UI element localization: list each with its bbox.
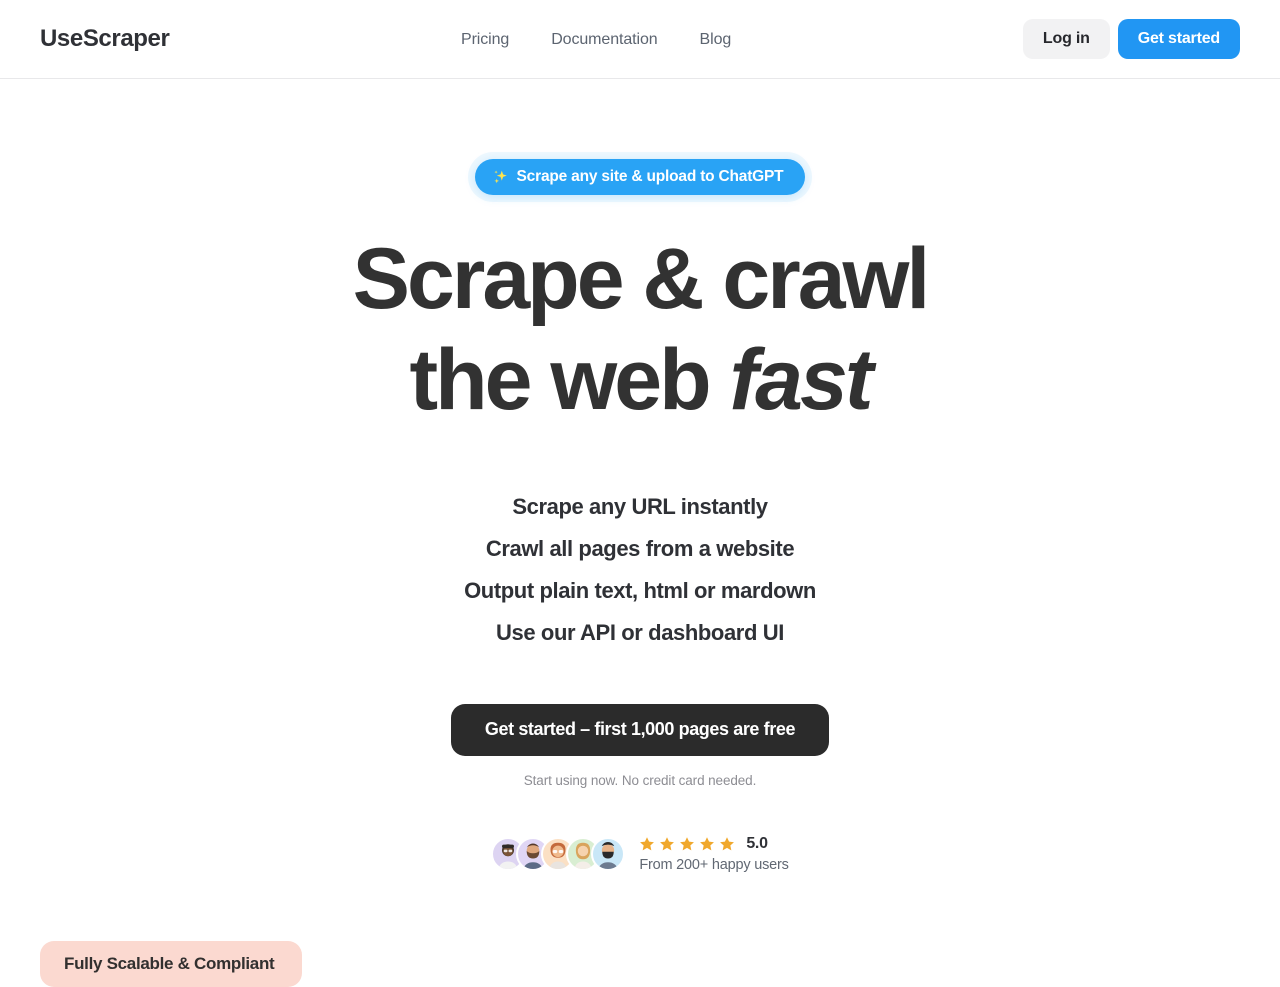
hero-cta-wrap: Get started – first 1,000 pages are free…: [0, 703, 1280, 788]
hero-title-line-1: Scrape & crawl: [352, 231, 931, 327]
logo[interactable]: UseScraper: [40, 25, 170, 53]
rating-caption: From 200+ happy users: [639, 856, 789, 873]
avatar-group: [491, 837, 626, 872]
header-actions: Log in Get started: [1022, 19, 1240, 59]
main-nav: Pricing Documentation Blog: [461, 0, 731, 79]
hero-badge-label: Scrape any site & upload to ChatGPT: [516, 168, 784, 185]
rating-block: 5.0 From 200+ happy users: [639, 834, 789, 873]
hero-subheading-1: Scrape any URL instantly: [512, 493, 768, 519]
star-icon-2: [660, 837, 675, 851]
hero-cta-button[interactable]: Get started – first 1,000 pages are free: [450, 703, 830, 756]
hero-subheadings: Scrape any URL instantly Crawl all pages…: [0, 486, 1280, 654]
nav-link-blog[interactable]: Blog: [700, 31, 732, 49]
hero-subheading-2: Crawl all pages from a website: [485, 535, 795, 561]
hero-title-emphasis: fast: [729, 332, 874, 429]
hero-badge-row: Scrape any site & upload to ChatGPT: [0, 159, 1280, 195]
sparkles-icon: [493, 170, 507, 184]
star-icon-4: [700, 837, 715, 851]
hero-section: Scrape any site & upload to ChatGPT Scra…: [0, 79, 1280, 873]
hero-subheading-4: Use our API or dashboard UI: [496, 619, 784, 645]
social-proof: 5.0 From 200+ happy users: [0, 834, 1280, 873]
nav-link-documentation[interactable]: Documentation: [551, 31, 657, 49]
star-rating: 5.0: [639, 834, 788, 852]
star-icon-5: [720, 837, 735, 851]
rating-score: 5.0: [746, 834, 768, 852]
hero-cta-note: Start using now. No credit card needed.: [523, 772, 757, 788]
login-button[interactable]: Log in: [1022, 19, 1110, 59]
hero-badge[interactable]: Scrape any site & upload to ChatGPT: [474, 159, 806, 195]
avatar-5: [591, 837, 626, 872]
hero-title-line-2-plain: the web: [409, 332, 730, 429]
hero-subheading-3: Output plain text, html or mardown: [464, 577, 816, 603]
star-icon-1: [640, 837, 655, 851]
site-header: UseScraper Pricing Documentation Blog Lo…: [0, 0, 1280, 79]
page-title: Scrape & crawl the web fast: [0, 229, 1280, 432]
get-started-button[interactable]: Get started: [1117, 19, 1240, 59]
section-badge: Fully Scalable & Compliant: [40, 941, 302, 987]
star-icon-3: [680, 837, 695, 851]
nav-link-pricing[interactable]: Pricing: [461, 31, 509, 49]
